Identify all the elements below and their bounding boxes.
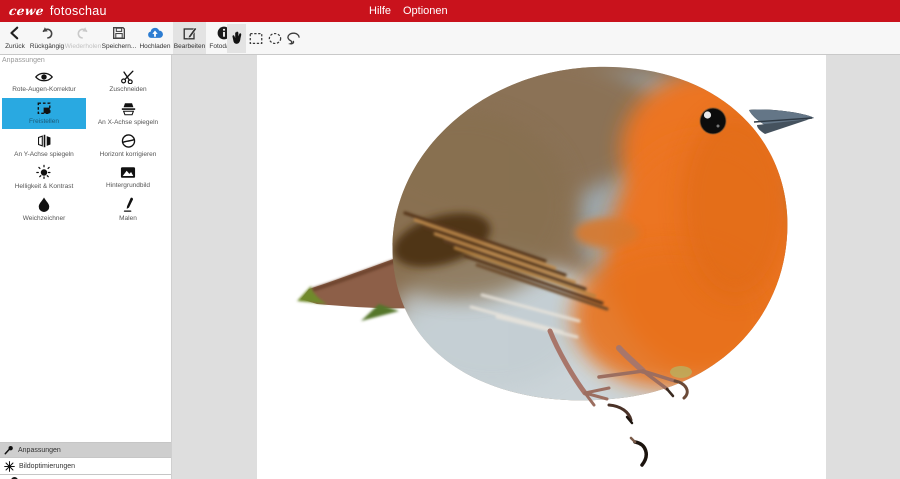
undo-icon [39, 25, 55, 43]
background-image-icon [119, 165, 137, 180]
robin-beak [749, 110, 814, 134]
lasso-icon [285, 31, 302, 46]
brightness-icon [35, 164, 53, 181]
accordion-label: Bildoptimierungen [19, 463, 75, 470]
toolbar: Zurück Rückgängig Wiederholen Speichern.… [0, 22, 900, 55]
undo-label: Rückgängig [30, 43, 64, 50]
save-label: Speichern... [102, 43, 137, 50]
sidebar-item-red-eye[interactable]: Rote-Augen-Korrektur [2, 66, 86, 97]
back-button[interactable]: Zurück [1, 22, 29, 54]
sidebar-item-cutout[interactable]: Freistellen [2, 98, 86, 129]
sidebar-item-brightness[interactable]: Helligkeit & Kontrast [2, 162, 86, 193]
sidebar-item-background-image[interactable]: Hintergrundbild [86, 162, 170, 193]
rect-marquee-icon [248, 31, 264, 46]
menu-options[interactable]: Optionen [403, 0, 448, 22]
sidebar-item-crop[interactable]: Zuschneiden [86, 66, 170, 97]
red-eye-icon [34, 70, 54, 84]
claw-fragments [609, 405, 646, 465]
accordion-label: Anpassungen [18, 447, 61, 454]
redo-icon [75, 25, 91, 43]
adjustment-tool-grid: Rote-Augen-Korrektur Zuschneiden Freiste… [0, 66, 171, 225]
lasso-tool[interactable] [284, 24, 303, 53]
tool-label: Malen [119, 215, 137, 222]
selection-tools-group [227, 23, 303, 53]
hand-tool[interactable] [227, 24, 246, 53]
tool-label: Zuschneiden [109, 86, 146, 93]
sparkle-icon [4, 461, 15, 472]
rect-select-tool[interactable] [246, 24, 265, 53]
flip-x-icon [120, 101, 137, 117]
sidebar-section-title: Anpassungen [0, 55, 171, 66]
tool-label: An X-Achse spiegeln [98, 119, 158, 126]
logo-cewe: cewe [8, 4, 45, 18]
adjustments-pipette-icon [4, 445, 14, 455]
redo-label: Wiederholen [65, 43, 102, 50]
horizon-icon [120, 133, 137, 149]
sidebar-item-paint[interactable]: Malen [86, 194, 170, 225]
accordion-item-adjustments[interactable]: Anpassungen [0, 442, 171, 457]
robin-photo [257, 55, 826, 479]
upload-button[interactable]: Hochladen [137, 22, 173, 54]
sidebar-item-horizon[interactable]: Horizont korrigieren [86, 130, 170, 161]
tool-label: Horizont korrigieren [100, 151, 157, 158]
edit-mode-button[interactable]: Bearbeiten [173, 22, 206, 54]
paint-pen-icon [121, 196, 136, 213]
back-chevron-icon [7, 25, 23, 43]
robin-eye [700, 108, 726, 134]
toolbar-button-group: Zurück Rückgängig Wiederholen Speichern.… [1, 22, 242, 54]
tool-label: Hintergrundbild [106, 182, 150, 189]
hand-icon [230, 30, 244, 46]
ellipse-marquee-icon [267, 31, 283, 46]
sidebar-adjustments-panel: Anpassungen Rote-Augen-Korrektur Zuschne… [0, 55, 172, 479]
tool-label: An Y-Achse spiegeln [14, 151, 74, 158]
sidebar-item-blur[interactable]: Weichzeichner [2, 194, 86, 225]
tool-label: Rote-Augen-Korrektur [12, 86, 76, 93]
upload-label: Hochladen [139, 43, 170, 50]
logo-product: fotoschau [50, 4, 107, 18]
edit-icon [182, 25, 198, 43]
tool-label: Weichzeichner [23, 215, 66, 222]
sidebar-item-flip-y[interactable]: An Y-Achse spiegeln [2, 130, 86, 161]
flip-y-icon [36, 133, 53, 149]
accordion-item-partial[interactable] [0, 474, 171, 479]
ellipse-select-tool[interactable] [265, 24, 284, 53]
sidebar-item-flip-x[interactable]: An X-Achse spiegeln [86, 98, 170, 129]
back-label: Zurück [5, 43, 25, 50]
save-button[interactable]: Speichern... [101, 22, 137, 54]
blur-drop-icon [37, 196, 51, 213]
save-icon [111, 25, 127, 43]
edit-label: Bearbeiten [174, 43, 205, 50]
undo-button[interactable]: Rückgängig [29, 22, 65, 54]
redo-button[interactable]: Wiederholen [65, 22, 101, 54]
tool-label: Freistellen [29, 118, 59, 125]
crop-scissors-icon [120, 69, 136, 84]
upload-cloud-icon [146, 25, 164, 43]
sidebar-accordion: Anpassungen Bildoptimierungen [0, 442, 171, 479]
accordion-item-image-optimizations[interactable]: Bildoptimierungen [0, 457, 171, 474]
tool-label: Helligkeit & Kontrast [15, 183, 74, 190]
menu-help[interactable]: Hilfe [369, 0, 391, 22]
title-bar: cewe fotoschau Hilfe Optionen [0, 0, 900, 22]
app-logo: cewe fotoschau [9, 0, 107, 22]
photo-canvas[interactable] [257, 55, 826, 479]
app-window: cewe fotoschau Hilfe Optionen Zurück Rüc… [0, 0, 900, 479]
editor-workspace [172, 55, 900, 479]
cutout-icon [36, 101, 53, 116]
